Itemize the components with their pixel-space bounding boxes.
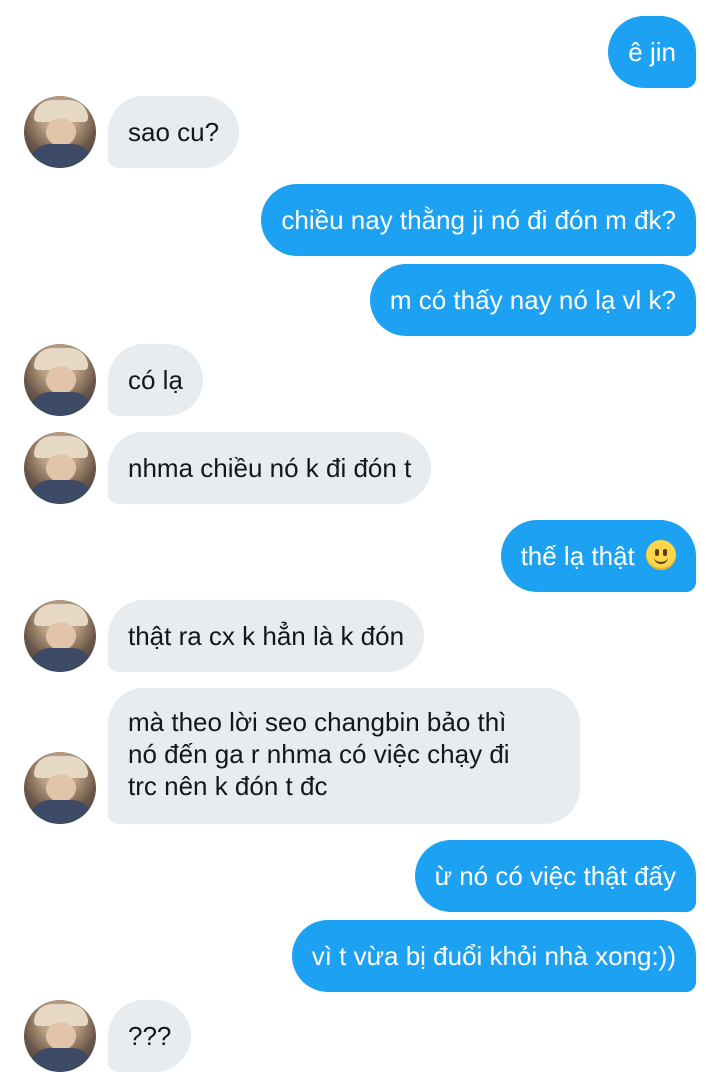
message-text-line: trc nên k đón t đc [128,771,328,801]
message-bubble-incoming[interactable]: nhma chiều nó k đi đón t [108,432,432,504]
message-text: có lạ [128,365,183,395]
contact-avatar[interactable] [24,96,96,168]
message-bubble-outgoing[interactable]: chiều nay thằng ji nó đi đón m đk? [261,184,696,256]
message-bubble-outgoing[interactable]: thế lạ thật [500,520,696,592]
contact-avatar[interactable] [24,1000,96,1072]
message-bubble-incoming[interactable]: có lạ [108,344,203,416]
message-bubble-incoming[interactable]: thật ra cx k hẳn là k đón [108,600,425,672]
contact-avatar[interactable] [24,600,96,672]
message-text: ??? [128,1021,172,1051]
message-text: nhma chiều nó k đi đón t [128,453,412,483]
message-text: thế lạ thật [520,541,635,571]
message-bubble-incoming[interactable]: sao cu? [108,96,240,168]
message-bubble-outgoing[interactable]: m có thấy nay nó lạ vl k? [369,264,696,336]
slightly-smiling-face-icon [646,540,676,570]
message-text: ê jin [628,37,676,67]
message-bubble-incoming[interactable]: ??? [108,1000,192,1072]
message-text-line: nó đến ga r nhma có việc chạy đi [128,739,510,769]
message-text: vì t vừa bị đuổi khỏi nhà xong:)) [311,941,676,971]
message-text: ừ nó có việc thật đấy [434,861,676,891]
message-text: m có thấy nay nó lạ vl k? [389,285,676,315]
message-bubble-incoming[interactable]: mà theo lời seo changbin bảo thì nó đến … [108,688,580,824]
contact-avatar[interactable] [24,752,96,824]
chat-conversation: ê jin sao cu? chiều nay thằng ji nó đi đ… [0,0,720,1081]
message-bubble-outgoing[interactable]: ê jin [608,16,696,88]
message-text: chiều nay thằng ji nó đi đón m đk? [281,205,676,235]
message-text: thật ra cx k hẳn là k đón [128,621,405,651]
contact-avatar[interactable] [24,432,96,504]
message-bubble-outgoing[interactable]: vì t vừa bị đuổi khỏi nhà xong:)) [291,920,696,992]
message-text: sao cu? [128,117,220,147]
message-text-line: mà theo lời seo changbin bảo thì [128,707,507,737]
contact-avatar[interactable] [24,344,96,416]
message-bubble-outgoing[interactable]: ừ nó có việc thật đấy [414,840,696,912]
